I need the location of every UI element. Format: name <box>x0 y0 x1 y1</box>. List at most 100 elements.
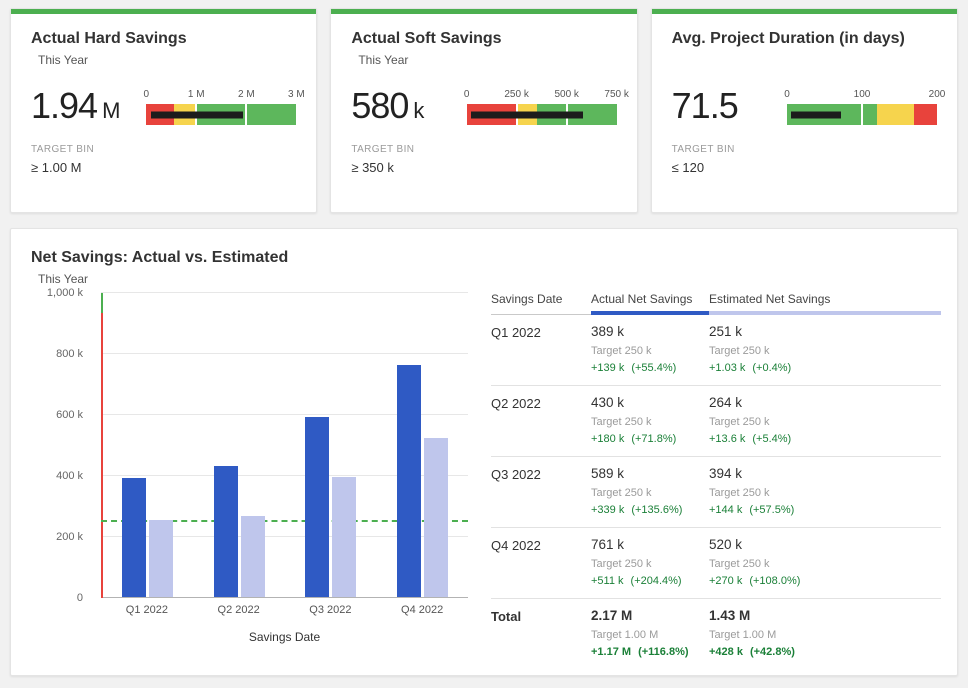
estimated-bar[interactable] <box>241 516 265 597</box>
card-accent-bar <box>11 9 316 14</box>
cell-variance: +1.03 k(+0.4%) <box>709 362 941 375</box>
cell-variance: +428 k(+42.8%) <box>709 646 941 659</box>
kpi-value-number: 580 <box>351 85 408 127</box>
summary-table: Savings DateActual Net SavingsEstimated … <box>491 285 941 669</box>
actual-cell: 430 kTarget 250 k+180 k(+71.8%) <box>591 395 709 446</box>
column-header-label: Estimated Net Savings <box>709 292 941 306</box>
plot-area <box>101 293 468 598</box>
row-label: Q1 2022 <box>491 324 591 375</box>
estimated-cell: 520 kTarget 250 k+270 k(+108.0%) <box>709 537 941 588</box>
variance-value: +270 k <box>709 575 742 587</box>
bullet-bar <box>146 104 296 125</box>
bullet-measure-bar <box>791 111 840 118</box>
variance-value: +13.6 k <box>709 433 745 445</box>
y-axis-label: 600 k <box>56 409 83 421</box>
table-row[interactable]: Q4 2022761 k Target 250 k +511 k (+204.4%) 5… <box>491 528 941 599</box>
variance-value: +139 k <box>591 362 624 374</box>
actual-bar[interactable] <box>305 417 329 597</box>
x-axis-labels: Q1 2022Q2 2022Q3 2022Q4 2022 <box>101 604 468 620</box>
bullet-segment <box>914 104 937 125</box>
target-bin-label: TARGET BIN <box>351 144 616 155</box>
kpi-body: 1.94M01 M2 M3 M <box>31 73 296 127</box>
actual-bar[interactable] <box>214 466 238 597</box>
y-axis-label: 200 k <box>56 531 83 543</box>
variance-value: +144 k <box>709 504 742 516</box>
actual-bar[interactable] <box>397 365 421 597</box>
bullet-chart: 01 M2 M3 M <box>146 89 296 125</box>
y-axis-labels: 0200 k400 k600 k800 k1,000 k <box>33 293 91 598</box>
bullet-tick-label: 750 k <box>604 89 628 100</box>
kpi-subtitle: This Year <box>358 53 616 67</box>
header-underline <box>491 311 591 315</box>
bullet-chart: 0250 k500 k750 k <box>467 89 617 125</box>
bullet-tick-label: 3 M <box>288 89 305 100</box>
kpi-value-number: 1.94 <box>31 85 97 127</box>
kpi-body: 71.5 0100200 <box>672 73 937 127</box>
estimated-bar[interactable] <box>149 520 173 597</box>
cell-value: 251 k <box>709 324 941 340</box>
table-row[interactable]: Q3 2022589 kTarget 250 k+339 k(+135.6%)3… <box>491 457 941 528</box>
kpi-card: Actual Soft Savings This Year 580k 0250 k50… <box>330 8 637 213</box>
cell-variance: +180 k(+71.8%) <box>591 433 709 446</box>
bullet-tick-label: 200 <box>929 89 946 100</box>
kpi-subtitle: This Year <box>38 53 296 67</box>
variance-pct: (+55.4%) <box>631 362 676 374</box>
chart-subtitle: This Year <box>38 272 937 286</box>
kpi-card: Actual Hard Savings This Year 1.94M01 M2 M… <box>10 8 317 213</box>
net-savings-card: Net Savings: Actual vs. Estimated This Y… <box>10 228 958 676</box>
estimated-bar[interactable] <box>424 438 448 597</box>
kpi-title: Actual Hard Savings <box>31 30 296 48</box>
actual-bar[interactable] <box>122 478 146 597</box>
kpi-value: 580k <box>351 85 424 127</box>
actual-cell: 761 k Target 250 k +511 k (+204.4%) <box>591 537 709 588</box>
cell-variance: +13.6 k(+5.4%) <box>709 433 941 446</box>
row-label: Q4 2022 <box>491 537 591 588</box>
y-axis-label: 0 <box>77 592 83 604</box>
variance-pct: (+204.4%) <box>631 575 682 587</box>
variance-value: +428 k <box>709 646 743 658</box>
y-axis-label: 400 k <box>56 470 83 482</box>
bar-chart: 0200 k400 k600 k800 k1,000 k Q1 2022Q2 2… <box>33 293 488 663</box>
variance-value: +339 k <box>591 504 624 516</box>
bullet-tick-separator <box>245 104 247 125</box>
bullet-measure-bar <box>151 111 244 118</box>
cell-target: Target 1.00 M <box>709 629 941 642</box>
gridline <box>101 292 468 293</box>
x-axis-label: Q1 2022 <box>126 604 168 616</box>
column-header-label: Actual Net Savings <box>591 292 709 306</box>
variance-pct: (+0.4%) <box>752 362 791 374</box>
target-bin-value: ≤ 120 <box>672 160 937 175</box>
kpi-value-unit: k <box>413 98 424 124</box>
chart-title: Net Savings: Actual vs. Estimated <box>31 249 937 267</box>
kpi-title: Actual Soft Savings <box>351 30 616 48</box>
table-row[interactable]: Q2 2022430 kTarget 250 k+180 k(+71.8%)26… <box>491 386 941 457</box>
actual-cell: 389 kTarget 250 k+139 k(+55.4%) <box>591 324 709 375</box>
variance-value: +511 k <box>591 575 624 587</box>
estimated-cell: 1.43 MTarget 1.00 M+428 k(+42.8%) <box>709 608 941 659</box>
cell-target: Target 250 k <box>709 345 941 358</box>
bullet-tick-label: 500 k <box>554 89 578 100</box>
kpi-row: Actual Hard Savings This Year 1.94M01 M2 M… <box>10 8 958 213</box>
kpi-value-number: 71.5 <box>672 85 738 127</box>
variance-value: +180 k <box>591 433 624 445</box>
kpi-subtitle <box>679 53 937 67</box>
kpi-title: Avg. Project Duration (in days) <box>672 30 937 48</box>
cell-variance: +1.17 M(+116.8%) <box>591 646 709 659</box>
table-row[interactable]: Q1 2022389 kTarget 250 k+139 k(+55.4%)25… <box>491 315 941 386</box>
bullet-axis: 0250 k500 k750 k <box>467 89 617 104</box>
bullet-measure-bar <box>471 111 582 118</box>
estimated-bar[interactable] <box>332 477 356 597</box>
bullet-bar <box>787 104 937 125</box>
cell-value: 761 k <box>591 537 709 553</box>
bullet-axis: 0100200 <box>787 89 937 104</box>
cell-target: Target 250 k <box>591 558 709 571</box>
cell-variance: +144 k(+57.5%) <box>709 504 941 517</box>
bullet-bar <box>467 104 617 125</box>
estimated-cell: 394 kTarget 250 k+144 k(+57.5%) <box>709 466 941 517</box>
row-label: Q3 2022 <box>491 466 591 517</box>
table-total-row[interactable]: Total2.17 MTarget 1.00 M+1.17 M(+116.8%)… <box>491 599 941 669</box>
bullet-segment <box>877 104 915 125</box>
cell-target: Target 250 k <box>591 345 709 358</box>
column-header-estimated: Estimated Net Savings <box>709 285 941 315</box>
x-axis-label: Q2 2022 <box>218 604 260 616</box>
